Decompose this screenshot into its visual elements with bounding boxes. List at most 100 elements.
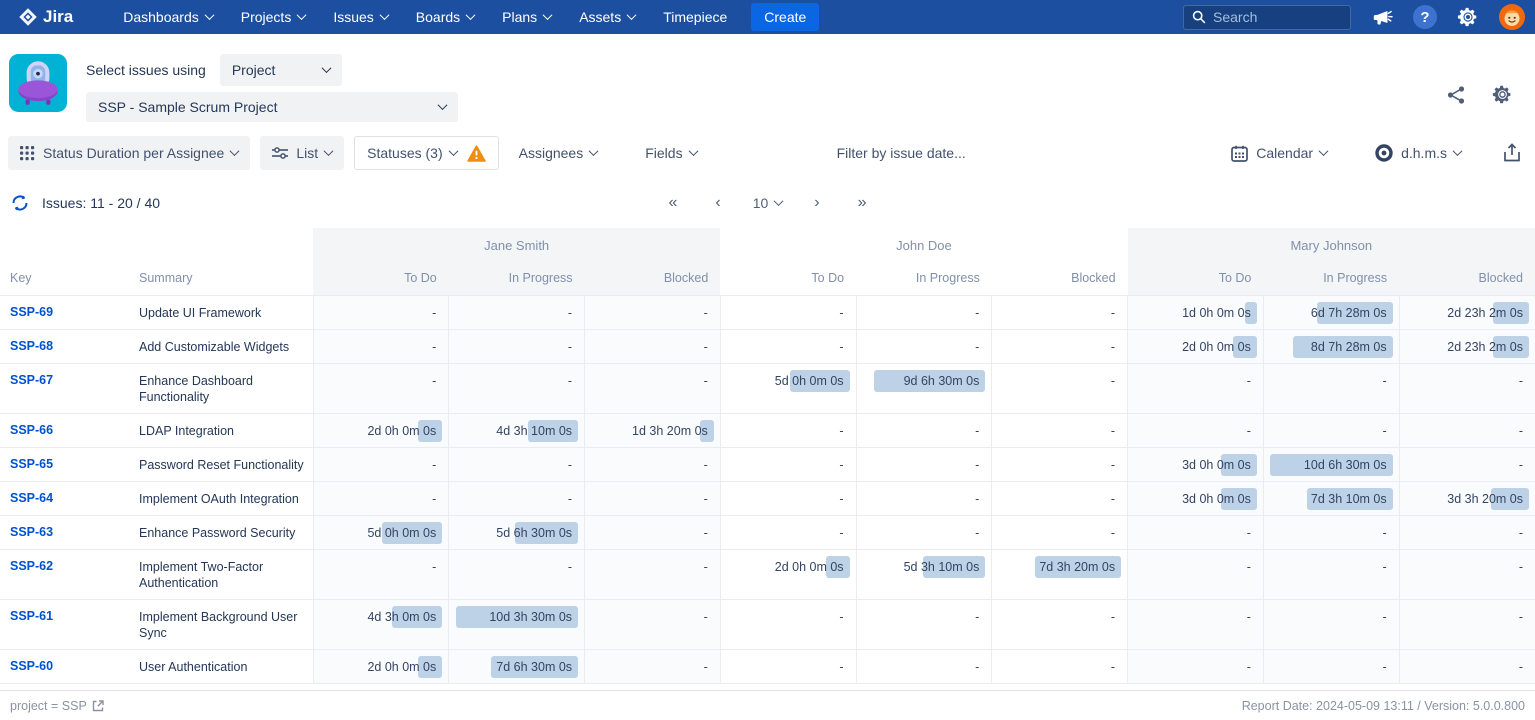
assignees-filter-button[interactable]: Assignees	[507, 136, 610, 170]
project-select[interactable]: SSP - Sample Scrum Project	[86, 92, 458, 122]
chevron-down-icon	[321, 63, 331, 73]
duration-cell: 7d 3h 20m 0s	[992, 549, 1128, 599]
issue-link[interactable]: SSP-64	[10, 491, 53, 505]
statuses-filter-button[interactable]: Statuses (3)	[354, 136, 498, 170]
duration-cell: 2d 0h 0m 0s	[720, 549, 856, 599]
first-page-button[interactable]: «	[662, 192, 683, 214]
duration-value: 2d 23h 2m 0s	[1447, 306, 1523, 320]
issue-link[interactable]: SSP-61	[10, 609, 53, 623]
table-row: SSP-61Implement Background User Sync4d 3…	[0, 599, 1535, 649]
chevron-down-icon	[543, 10, 553, 20]
project-select-value: SSP - Sample Scrum Project	[98, 99, 277, 115]
assignee-group-header: John Doe	[720, 228, 1127, 262]
nav-menu-projects[interactable]: Projects	[227, 0, 320, 34]
duration-cell: -	[585, 549, 721, 599]
calendar-select[interactable]: Calendar	[1219, 136, 1339, 170]
issue-link[interactable]: SSP-67	[10, 373, 53, 387]
view-type-select[interactable]: List	[260, 136, 344, 170]
share-icon[interactable]	[1446, 85, 1466, 110]
search-box[interactable]	[1183, 5, 1351, 30]
duration-cell: -	[313, 447, 449, 481]
issue-key-cell: SSP-66	[0, 413, 135, 447]
chevron-down-icon	[774, 196, 784, 206]
duration-cell: 5d 0h 0m 0s	[313, 515, 449, 549]
issue-link[interactable]: SSP-62	[10, 559, 53, 573]
duration-value: 1d 3h 20m 0s	[632, 424, 708, 438]
issue-date-filter-input[interactable]	[837, 145, 1002, 161]
duration-cell: -	[1263, 549, 1399, 599]
issue-summary-cell: Implement OAuth Integration	[135, 481, 313, 515]
duration-format-select[interactable]: d.h.m.s	[1363, 136, 1473, 170]
refresh-icon[interactable]	[10, 193, 30, 213]
next-page-button[interactable]: ›	[808, 192, 825, 214]
issue-key-cell: SSP-67	[0, 363, 135, 413]
jql-text: project = SSP	[10, 699, 87, 713]
issue-key-cell: SSP-63	[0, 515, 135, 549]
duration-cell: -	[720, 599, 856, 649]
duration-cell: -	[720, 413, 856, 447]
duration-value: 5d 6h 30m 0s	[496, 526, 572, 540]
help-icon[interactable]: ?	[1413, 5, 1437, 29]
chevron-down-icon	[448, 146, 458, 156]
nav-menu-boards[interactable]: Boards	[402, 0, 488, 34]
duration-cell: -	[585, 329, 721, 363]
issue-link[interactable]: SSP-69	[10, 305, 53, 319]
status-column-header: In Progress	[449, 262, 585, 295]
nav-menu-label: Dashboards	[123, 9, 199, 25]
page-size-select[interactable]: 10	[753, 195, 783, 211]
jql-link[interactable]: project = SSP	[10, 699, 104, 713]
nav-menu-dashboards[interactable]: Dashboards	[109, 0, 227, 34]
issue-source-select[interactable]: Project	[220, 54, 342, 86]
issue-link[interactable]: SSP-68	[10, 339, 53, 353]
search-input[interactable]	[1213, 9, 1333, 25]
nav-menu-label: Assets	[579, 9, 621, 25]
issue-link[interactable]: SSP-63	[10, 525, 53, 539]
last-page-button[interactable]: »	[852, 192, 873, 214]
jira-logo[interactable]: Jira	[10, 7, 81, 27]
create-button[interactable]: Create	[751, 3, 819, 31]
user-avatar[interactable]	[1499, 4, 1525, 30]
duration-value: 3d 0h 0m 0s	[1182, 458, 1251, 472]
calendar-label: Calendar	[1256, 145, 1313, 161]
nav-menu-timepiece[interactable]: Timepiece	[649, 0, 741, 34]
issue-key-cell: SSP-69	[0, 295, 135, 329]
nav-menu-plans[interactable]: Plans	[488, 0, 565, 34]
issue-summary-cell: Enhance Dashboard Functionality	[135, 363, 313, 413]
nav-menu-issues[interactable]: Issues	[319, 0, 401, 34]
duration-cell: -	[1128, 363, 1264, 413]
duration-cell: 2d 0h 0m 0s	[1128, 329, 1264, 363]
duration-cell: 10d 3h 30m 0s	[449, 599, 585, 649]
fields-filter-button[interactable]: Fields	[633, 136, 708, 170]
announcements-icon[interactable]	[1371, 7, 1393, 27]
status-column-header: Blocked	[585, 262, 721, 295]
nav-menu-label: Timepiece	[663, 9, 727, 25]
duration-cell: -	[992, 295, 1128, 329]
duration-cell: -	[720, 515, 856, 549]
table-row: SSP-60User Authentication2d 0h 0m 0s7d 6…	[0, 649, 1535, 683]
summary-column-header: Summary	[135, 262, 313, 295]
duration-cell: -	[1263, 363, 1399, 413]
gadget-settings-gear-icon[interactable]	[1492, 84, 1513, 110]
status-duration-table: Jane SmithJohn DoeMary JohnsonKeySummary…	[0, 228, 1535, 684]
duration-cell: 10d 6h 30m 0s	[1263, 447, 1399, 481]
report-type-select[interactable]: Status Duration per Assignee	[8, 136, 250, 170]
settings-gear-icon[interactable]	[1457, 6, 1479, 28]
table-row: SSP-69Update UI Framework------1d 0h 0m …	[0, 295, 1535, 329]
nav-menu-label: Plans	[502, 9, 537, 25]
duration-cell: -	[720, 447, 856, 481]
duration-value: 7d 6h 30m 0s	[496, 660, 572, 674]
duration-value: 1d 0h 0m 0s	[1182, 306, 1251, 320]
duration-cell: -	[313, 295, 449, 329]
export-icon[interactable]	[1497, 136, 1527, 170]
table-row: SSP-68Add Customizable Widgets------2d 0…	[0, 329, 1535, 363]
issue-link[interactable]: SSP-60	[10, 659, 53, 673]
prev-page-button[interactable]: ‹	[709, 192, 726, 214]
issue-link[interactable]: SSP-65	[10, 457, 53, 471]
issue-link[interactable]: SSP-66	[10, 423, 53, 437]
duration-cell: 8d 7h 28m 0s	[1263, 329, 1399, 363]
nav-menu-assets[interactable]: Assets	[565, 0, 649, 34]
issue-summary-cell: Implement Two-Factor Authentication	[135, 549, 313, 599]
table-row: SSP-64Implement OAuth Integration------3…	[0, 481, 1535, 515]
report-info: Report Date: 2024-05-09 13:11 / Version:…	[1242, 699, 1525, 713]
duration-cell: -	[1399, 413, 1535, 447]
